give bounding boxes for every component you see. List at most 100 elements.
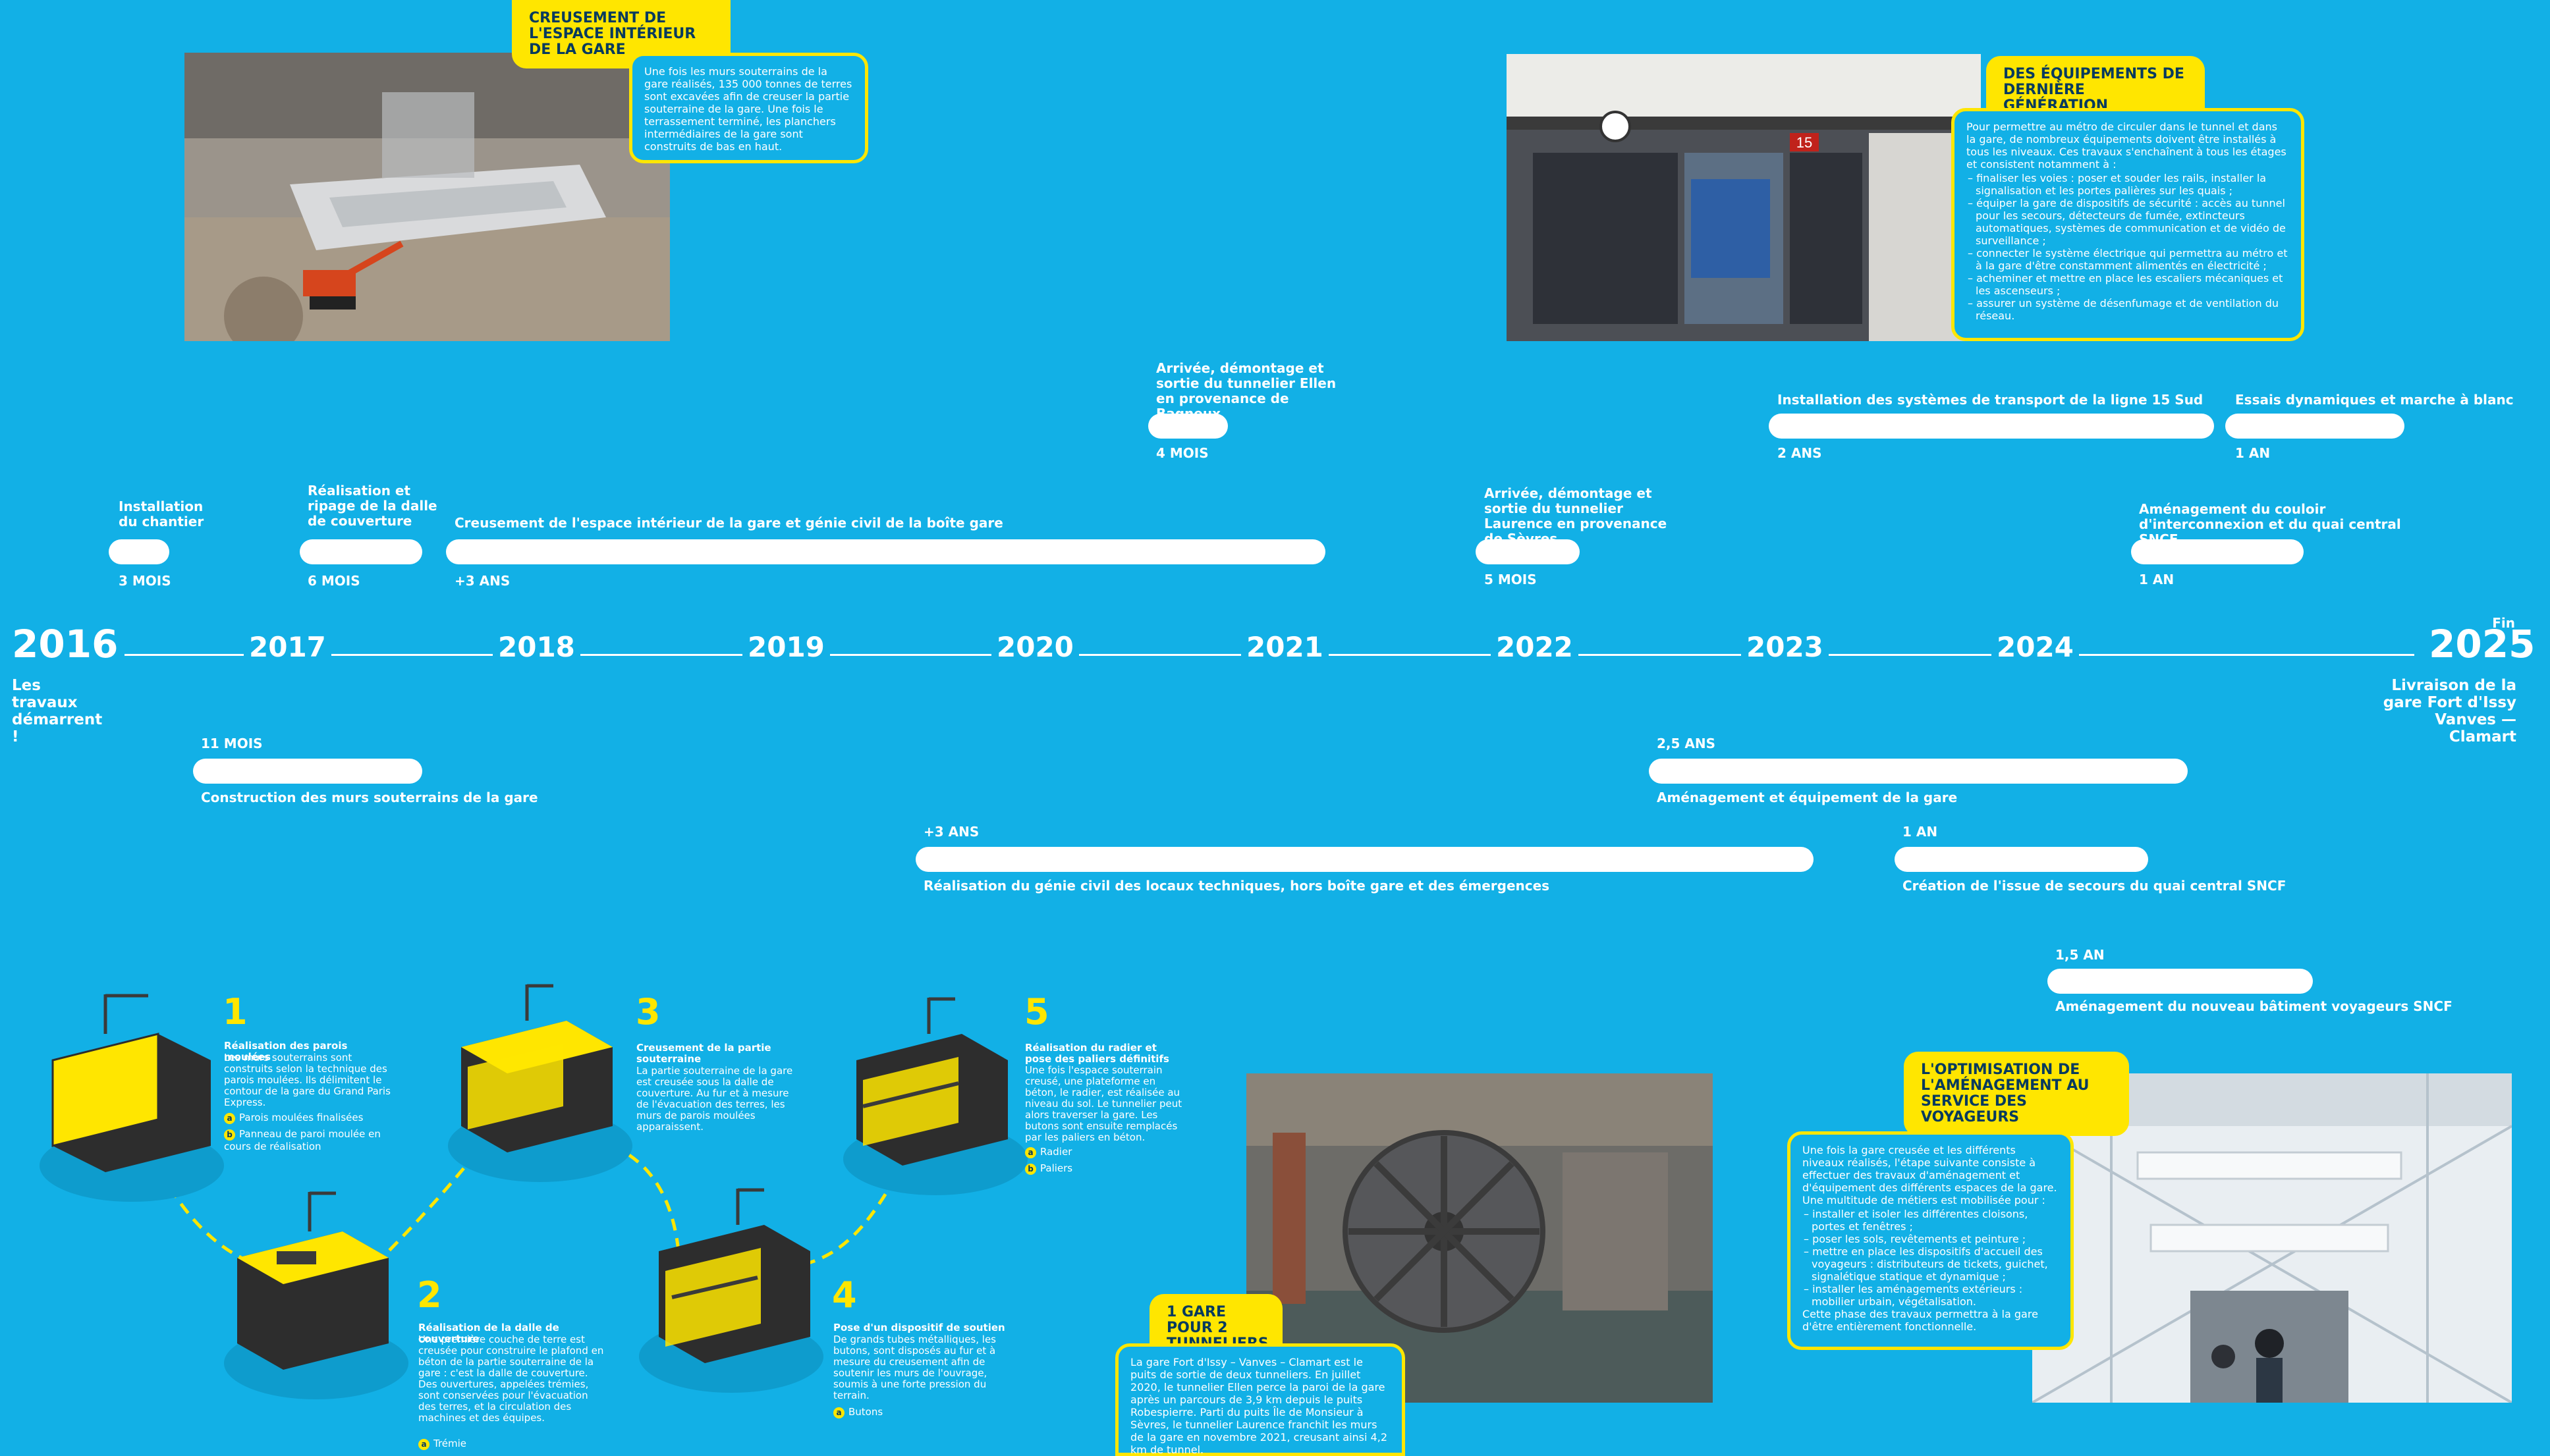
legend-text: Trémie [433,1438,467,1449]
photo-excavation [184,53,670,341]
block-step-3 [448,984,632,1182]
task-label: Réalisation et ripage de la dalle de cou… [308,483,437,529]
task-label: Arrivée, démontage et sortie du tunnelie… [1156,360,1337,421]
task-bar [916,847,1814,872]
year-label: 2025 [2422,625,2536,663]
legend-marker: a [1025,1147,1036,1158]
year-label: 2018 [493,632,580,662]
task-duration: 6 MOIS [308,573,360,589]
step-number: 3 [636,991,661,1033]
excavation-info: Une fois les murs souterrains de la gare… [629,53,868,163]
legend-text: Panneau de paroi moulée en cours de réal… [224,1128,381,1152]
task-duration: 1 AN [2235,445,2271,461]
task-label: Installation des systèmes de transport d… [1777,392,2204,408]
photo-platform: 15 [1507,54,1981,341]
year-label: 2016 [12,625,125,663]
task-duration: 2,5 ANS [1657,736,1716,751]
optimisation-intro: Une fois la gare creusée et les différen… [1802,1144,2057,1206]
equipment-info: Pour permettre au métro de circuler dans… [1951,108,2304,341]
year-label: 2017 [244,632,331,662]
step-number: 5 [1024,991,1049,1033]
step-legend: a Trémie [418,1438,596,1450]
step-number: 4 [832,1274,857,1316]
excavation-illustration [184,53,670,341]
task-label: Réalisation du génie civil des locaux te… [924,878,1550,894]
block-step-5 [843,997,1028,1195]
task-duration: 1 AN [1902,824,1938,840]
platform-illustration: 15 [1507,54,1981,341]
excavation-text: Une fois les murs souterrains de la gare… [644,65,852,153]
legend-marker: b [1025,1164,1036,1175]
equipment-item: connecter le système électrique qui perm… [1976,247,2289,272]
task-bar [1769,414,2214,439]
equipment-item: finaliser les voies : poser et souder le… [1976,172,2289,197]
block-step-1 [40,994,224,1202]
task-bar [1476,539,1580,564]
legend-text: Paliers [1040,1162,1073,1174]
optimisation-tag: L'optimisation de l'aménagement au servi… [1904,1052,2129,1136]
task-duration: 1,5 AN [2055,947,2105,963]
optimisation-item: installer et isoler les différentes cloi… [1812,1208,2059,1233]
step-number: 1 [223,991,248,1033]
task-duration: 11 MOIS [201,736,263,751]
step-legend: a Butons [833,1406,1011,1418]
step-legend: a Parois moulées finalisées b Panneau de p… [224,1112,402,1152]
task-bar [1895,847,2148,872]
start-note: Les travaux démarrent ! [12,677,103,745]
year-label: 2023 [1741,632,1829,662]
step-text: De grands tubes métalliques, les butons,… [833,1334,996,1401]
step-text: Une fois l'espace souterrain creusé, une… [1025,1064,1182,1143]
legend-marker: a [418,1439,430,1450]
optimisation-list: installer et isoler les différentes cloi… [1802,1208,2059,1308]
task-duration: 1 AN [2139,572,2175,587]
block-step-4 [639,1188,823,1393]
block-step-2 [224,1191,408,1399]
end-note: Livraison de la gare Fort d'Issy Vanves … [2383,677,2516,745]
optimisation-info: Une fois la gare creusée et les différen… [1787,1131,2074,1350]
legend-text: Parois moulées finalisées [239,1112,364,1123]
equipment-list: finaliser les voies : poser et souder le… [1966,172,2289,322]
step-title: Pose d'un dispositif de soutien [833,1322,1005,1334]
step-text: Une première couche de terre est creusée… [418,1334,604,1424]
task-bar [2225,414,2404,439]
end-prefix: Fin [2492,615,2515,631]
task-bar [109,539,169,564]
task-label: Construction des murs souterrains de la … [201,790,538,805]
task-bar [2047,969,2313,994]
task-bar [300,539,422,564]
task-duration: 4 MOIS [1156,445,1209,461]
equipment-item: acheminer et mettre en place les escalie… [1976,272,2289,297]
equipment-item: équiper la gare de dispositifs de sécuri… [1976,197,2289,247]
step-number: 2 [417,1274,442,1316]
legend-text: Radier [1040,1146,1072,1158]
task-duration: +3 ANS [924,824,980,840]
optimisation-outro: Cette phase des travaux permettra à la g… [1802,1308,2038,1333]
step-title: Creusement de la partie souterraine [636,1042,771,1065]
optimisation-item: installer les aménagements extérieurs : … [1812,1283,2059,1308]
task-label: Creusement de l'espace intérieur de la g… [455,515,1003,531]
task-duration: 5 MOIS [1484,572,1537,587]
platform-sign: 15 [1796,134,1812,151]
task-bar [2131,539,2304,564]
task-duration: 2 ANS [1777,445,1822,461]
step-text: La partie souterraine de la gare est cre… [636,1065,793,1133]
step-title: Réalisation du radier et pose des palier… [1025,1042,1169,1065]
legend-marker: b [224,1129,235,1141]
optimisation-item: poser les sols, revêtements et peinture … [1812,1233,2059,1245]
legend-marker: a [224,1113,235,1124]
task-duration: +3 ANS [455,573,511,589]
task-label: Arrivée, démontage et sortie du tunnelie… [1484,485,1667,547]
step-text: Les murs souterrains sont construits sel… [224,1052,391,1108]
step-legend: a Radier b Paliers [1025,1146,1157,1175]
year-label: 2021 [1241,632,1329,662]
task-bar [1148,414,1228,439]
task-bar [1649,759,2188,784]
year-label: 2022 [1491,632,1578,662]
equipment-intro: Pour permettre au métro de circuler dans… [1966,121,2287,171]
legend-text: Butons [848,1406,883,1418]
task-bar [446,539,1325,564]
task-label: Création de l'issue de secours du quai c… [1902,878,2287,894]
task-duration: 3 MOIS [119,573,171,589]
task-label: Aménagement du nouveau bâtiment voyageur… [2055,998,2453,1014]
year-label: 2024 [1991,632,2079,662]
